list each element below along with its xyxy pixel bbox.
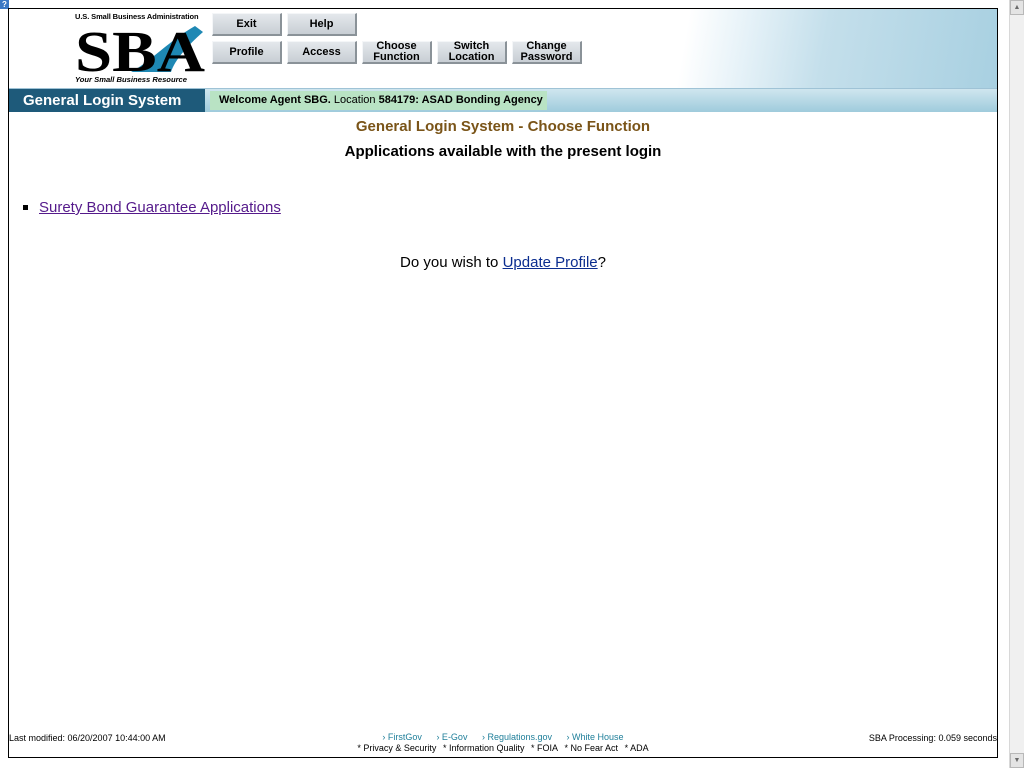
choose-function-button[interactable]: Choose Function <box>362 41 432 64</box>
ada-link[interactable]: * ADA <box>625 743 649 753</box>
scroll-up-icon[interactable]: ▲ <box>1010 0 1024 15</box>
page-title: General Login System - Choose Function <box>355 118 651 135</box>
exit-button[interactable]: Exit <box>212 13 282 36</box>
surety-bond-link[interactable]: Surety Bond Guarantee Applications <box>39 199 281 216</box>
application-list: Surety Bond Guarantee Applications <box>23 199 281 216</box>
nav-bar: General Login System Welcome Agent SBG. … <box>9 89 997 112</box>
scroll-down-icon[interactable]: ▼ <box>1010 753 1024 768</box>
location-value: 584179: ASAD Bonding Agency <box>378 94 543 106</box>
sba-logo[interactable]: U.S. Small Business Administration SBA Y… <box>75 12 207 86</box>
logo-letters: SBA <box>75 22 205 74</box>
access-button[interactable]: Access <box>287 41 357 64</box>
welcome-agent: Welcome Agent SBG. <box>219 94 331 106</box>
information-quality-link[interactable]: * Information Quality <box>443 743 525 753</box>
update-suffix: ? <box>597 254 606 271</box>
footer-links: › FirstGov › E-Gov › Regulations.gov › W… <box>9 732 997 753</box>
update-profile-link[interactable]: Update Profile <box>503 254 598 271</box>
page-subtitle: Applications available with the present … <box>344 143 662 160</box>
list-item: Surety Bond Guarantee Applications <box>23 199 281 216</box>
firstgov-link[interactable]: › FirstGov <box>382 732 422 742</box>
update-profile-prompt: Do you wish to Update Profile? <box>9 254 997 271</box>
egov-link[interactable]: › E-Gov <box>436 732 467 742</box>
bullet-icon <box>23 205 28 210</box>
switch-location-button[interactable]: Switch Location <box>437 41 507 64</box>
change-password-button[interactable]: Change Password <box>512 41 582 64</box>
system-title: General Login System <box>9 89 205 112</box>
header: U.S. Small Business Administration SBA Y… <box>9 9 997 89</box>
sba-logo-icon: SBA <box>75 22 205 74</box>
logo-tagline: Your Small Business Resource <box>75 75 187 84</box>
foia-link[interactable]: * FOIA <box>531 743 558 753</box>
vertical-scrollbar[interactable]: ▲ ▼ <box>1009 0 1024 768</box>
location-label: Location <box>333 94 376 106</box>
update-prefix: Do you wish to <box>400 254 499 271</box>
privacy-link[interactable]: * Privacy & Security <box>357 743 436 753</box>
regulations-link[interactable]: › Regulations.gov <box>482 732 552 742</box>
processing-time: SBA Processing: 0.059 seconds <box>868 733 997 743</box>
help-button[interactable]: Help <box>287 13 357 36</box>
welcome-banner: Welcome Agent SBG. Location 584179: ASAD… <box>210 91 547 110</box>
logo-agency-text: U.S. Small Business Administration <box>75 12 199 21</box>
white-house-link[interactable]: › White House <box>567 732 624 742</box>
page-frame: U.S. Small Business Administration SBA Y… <box>8 8 998 758</box>
profile-button[interactable]: Profile <box>212 41 282 64</box>
no-fear-act-link[interactable]: * No Fear Act <box>565 743 619 753</box>
